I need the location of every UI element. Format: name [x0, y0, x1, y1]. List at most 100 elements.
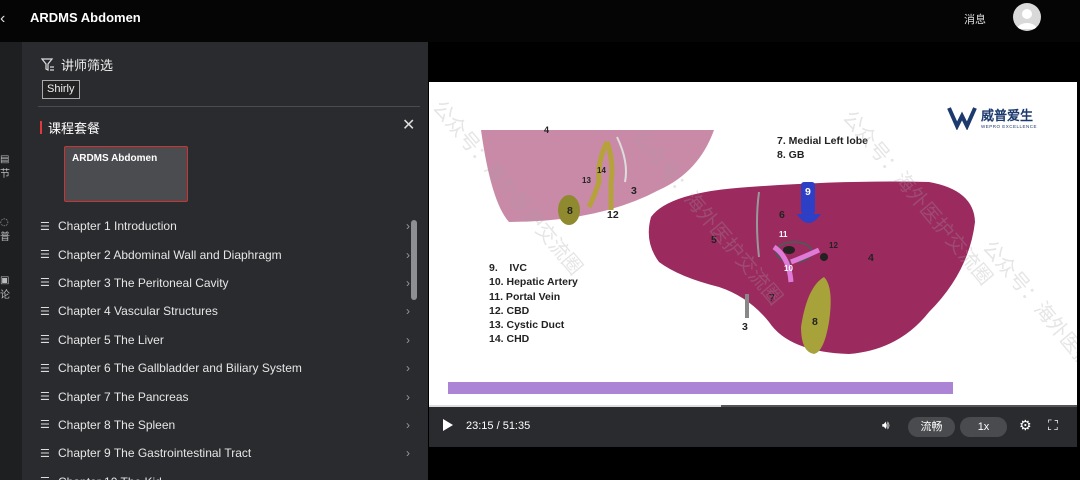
scrollbar[interactable] — [411, 220, 417, 300]
list-icon: ☰ — [40, 447, 50, 460]
list-icon: ☰ — [40, 305, 50, 318]
legend-item: 8. GB — [777, 149, 805, 162]
diagram-label: 5 — [711, 234, 717, 246]
close-icon[interactable]: ✕ — [402, 115, 415, 135]
chapter-item[interactable]: ☰ Chapter 5 The Liver › — [40, 326, 410, 354]
messages-link[interactable]: 消息 — [964, 11, 986, 27]
chapter-label: Chapter 8 The Spleen — [58, 417, 176, 432]
chapter-label: Chapter 9 The Gastrointestinal Tract — [58, 446, 252, 461]
note-icon: ◌ — [0, 217, 9, 228]
chapter-label: Chapter 10 The Kid — [58, 475, 162, 480]
slide-bar — [448, 382, 953, 394]
logo-subtext: WEPRO EXCELLENCE — [981, 124, 1038, 129]
chapter-label: Chapter 5 The Liver — [58, 332, 164, 347]
rail-label: 论 — [0, 290, 10, 301]
chevron-right-icon: › — [406, 475, 410, 480]
chevron-right-icon: › — [406, 417, 410, 432]
course-card[interactable]: ARDMS Abdomen — [64, 146, 188, 202]
legend-top: 7. Medial Left lobe 8. GB — [777, 134, 868, 163]
legend-item: 7. Medial Left lobe — [777, 135, 869, 147]
slide-diagram — [448, 130, 975, 394]
diagram-label: 3 — [742, 321, 748, 333]
chapter-label: Chapter 2 Abdominal Wall and Diaphragm — [58, 247, 282, 262]
chevron-right-icon: › — [406, 332, 410, 347]
chapter-icon: ▤ — [0, 154, 10, 165]
legend-item: 13. Cystic Duct — [489, 319, 565, 332]
chevron-right-icon: › — [406, 275, 410, 290]
brand-logo: 威普爱生 WEPRO EXCELLENCE — [947, 104, 1037, 130]
rail-item-chapters[interactable]: ▤ 节 — [0, 154, 22, 180]
chapter-item[interactable]: ☰ Chapter 8 The Spleen › — [40, 411, 410, 439]
fullscreen-icon[interactable]: ⛶ — [1048, 417, 1058, 434]
diagram-label: 8 — [567, 205, 573, 217]
instructor-filter[interactable]: 讲师筛选 — [41, 55, 113, 74]
chapter-item[interactable]: ☰ Chapter 9 The Gastrointestinal Tract › — [40, 439, 410, 467]
video-player[interactable]: 4 8 13 14 12 3 5 6 9 11 12 10 4 7 8 3 7.… — [429, 82, 1077, 447]
logo-icon — [947, 107, 977, 130]
accent-bar — [40, 121, 42, 134]
chapter-label: Chapter 4 Vascular Structures — [58, 304, 218, 319]
diagram-label: 4 — [868, 252, 874, 264]
chapter-list: ☰ Chapter 1 Introduction › ☰ Chapter 2 Abdom… — [40, 212, 410, 480]
volume-icon[interactable]: 🔊︎ — [882, 418, 890, 433]
list-icon: ☰ — [40, 362, 50, 375]
chevron-right-icon: › — [406, 446, 410, 461]
chapter-item[interactable]: ☰ Chapter 4 Vascular Structures › — [40, 297, 410, 325]
list-icon: ☰ — [40, 391, 50, 404]
avatar[interactable] — [1013, 3, 1041, 31]
legend-item: 11. Portal Vein — [489, 290, 561, 303]
legend-item: 10. Hepatic Artery — [489, 276, 578, 289]
rail-label: 节 — [0, 169, 10, 180]
legend-item: 12. CBD — [489, 304, 530, 317]
rail-item-discuss[interactable]: ▣ 论 — [0, 275, 22, 301]
discuss-icon: ▣ — [0, 275, 10, 286]
instructor-chip[interactable]: Shirly — [42, 80, 80, 99]
chapter-item[interactable]: ☰ Chapter 1 Introduction › — [40, 212, 410, 240]
chevron-right-icon: › — [406, 247, 410, 262]
divider — [38, 106, 420, 107]
play-icon[interactable] — [443, 419, 453, 431]
quality-button[interactable]: 流畅 — [908, 417, 955, 437]
legend-item: 14. CHD — [489, 333, 530, 346]
diagram-label: 9 — [805, 186, 811, 198]
user-icon — [1017, 9, 1037, 29]
diagram-label: 3 — [631, 185, 637, 197]
diagram-label: 14 — [597, 166, 606, 175]
diagram-label: 12 — [829, 241, 838, 250]
course-panel: 讲师筛选 Shirly 课程套餐 ✕ ARDMS Abdomen ☰ Chapte… — [22, 42, 428, 480]
chapter-item[interactable]: ☰ Chapter 2 Abdominal Wall and Diaphragm › — [40, 240, 410, 268]
chapter-label: Chapter 3 The Peritoneal Cavity — [58, 275, 229, 290]
chevron-right-icon: › — [406, 361, 410, 376]
chapter-item[interactable]: ☰ Chapter 6 The Gallbladder and Biliary S… — [40, 354, 410, 382]
logo-text: 威普爱生 — [981, 109, 1034, 124]
package-title: 课程套餐 — [48, 122, 101, 137]
legend-item: 9. IVC — [489, 262, 527, 274]
chapter-item[interactable]: ☰ Chapter 10 The Kid › — [40, 468, 410, 480]
rail-label: 普 — [0, 232, 10, 243]
speed-button[interactable]: 1x — [960, 417, 1007, 437]
chevron-right-icon: › — [406, 389, 410, 404]
chapter-item[interactable]: ☰ Chapter 7 The Pancreas › — [40, 382, 410, 410]
diagram-label: 6 — [779, 209, 785, 221]
diagram-label: 12 — [607, 209, 619, 221]
player-controls: 23:15 / 51:35 🔊︎ 流畅 1x ⚙ ⛶ — [429, 407, 1077, 447]
list-icon: ☰ — [40, 249, 50, 262]
list-icon: ☰ — [40, 334, 50, 347]
chevron-right-icon: › — [406, 304, 410, 319]
list-icon: ☰ — [40, 277, 50, 290]
diagram-label: 13 — [582, 176, 591, 185]
list-icon: ☰ — [40, 419, 50, 432]
top-bar: ‹ ARDMS Abdomen 消息 — [0, 0, 1080, 42]
gear-icon[interactable]: ⚙ — [1019, 417, 1032, 434]
list-icon: ☰ — [40, 220, 50, 233]
time-display: 23:15 / 51:35 — [466, 420, 531, 432]
diagram-label: 4 — [544, 125, 550, 135]
chevron-right-icon: › — [406, 219, 410, 234]
diagram-label: 11 — [779, 230, 788, 239]
filter-label: 讲师筛选 — [61, 59, 114, 74]
back-icon[interactable]: ‹ — [0, 10, 5, 28]
rail-item-notes[interactable]: ◌ 普 — [0, 217, 22, 243]
diagram-label: 7 — [769, 292, 775, 304]
chapter-item[interactable]: ☰ Chapter 3 The Peritoneal Cavity › — [40, 269, 410, 297]
diagram-label: 10 — [784, 264, 793, 273]
